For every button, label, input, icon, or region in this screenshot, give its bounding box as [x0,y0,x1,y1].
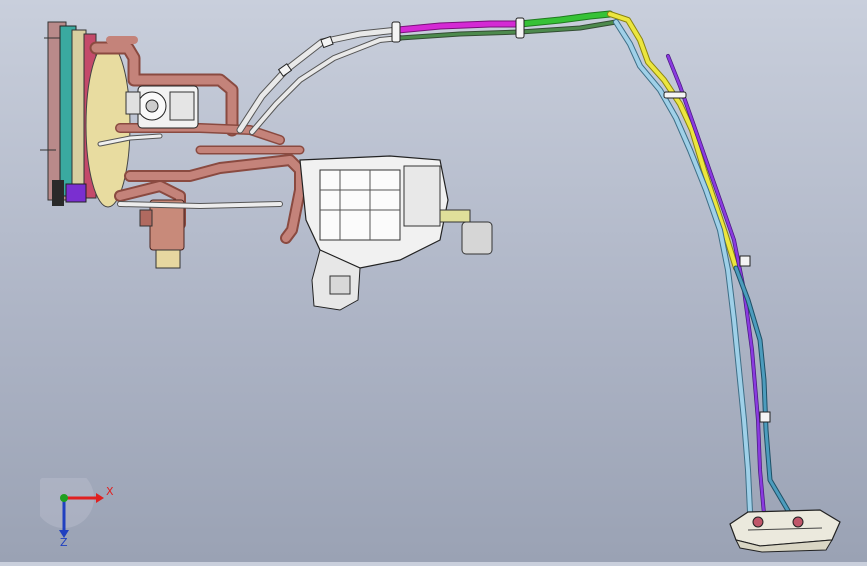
rear-evaporator-unit[interactable] [729,509,841,553]
x-axis-label: X [106,485,114,498]
triad-backdrop [34,468,94,528]
cad-3d-viewport[interactable]: X Z [0,0,867,562]
hvac-module[interactable] [299,155,493,311]
coolant-pump[interactable] [139,199,185,269]
compressor[interactable] [125,85,199,129]
axis-triad: X Z [34,468,120,549]
z-axis-label: Z [60,536,68,548]
rear-ac-lines[interactable] [394,10,793,517]
x-arrowhead-icon [96,493,104,503]
y-axis-dot [60,494,68,502]
